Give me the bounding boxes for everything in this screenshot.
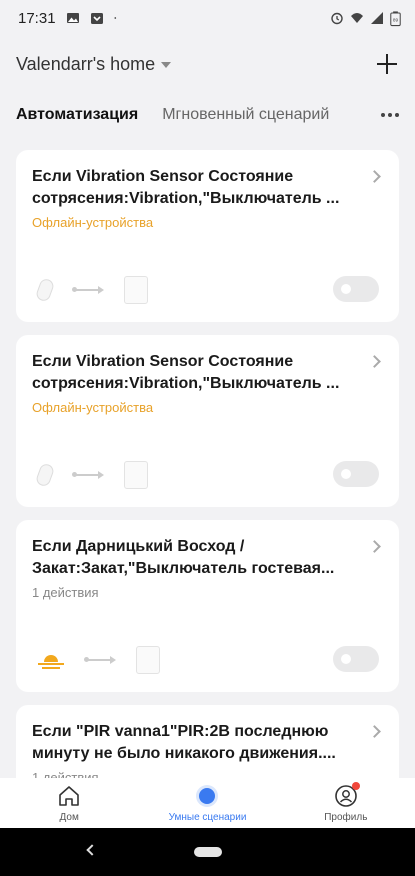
automation-flow bbox=[34, 276, 148, 304]
chevron-right-icon bbox=[368, 725, 381, 738]
automation-status: Офлайн-устройства bbox=[32, 215, 154, 230]
automation-card[interactable]: Если "PIR vanna1"PIR:2B последнюю минуту… bbox=[16, 705, 399, 778]
caret-down-icon bbox=[161, 62, 172, 68]
automation-toggle[interactable] bbox=[333, 646, 379, 672]
vibration-sensor-icon bbox=[34, 462, 56, 488]
system-nav-bar bbox=[0, 828, 415, 876]
app-header: Valendarr's home bbox=[0, 44, 415, 84]
automation-toggle[interactable] bbox=[333, 276, 379, 302]
tab-automation[interactable]: Автоматизация bbox=[16, 106, 138, 124]
bottom-nav: Дом Умные сценарии Профиль bbox=[0, 778, 415, 828]
arrow-right-icon bbox=[72, 471, 104, 479]
automation-flow bbox=[34, 461, 148, 489]
nav-home[interactable]: Дом bbox=[0, 778, 138, 828]
automation-title: Если "PIR vanna1"PIR:2B последнюю минуту… bbox=[32, 723, 336, 762]
switch-device-icon bbox=[124, 461, 148, 489]
alarm-icon bbox=[331, 12, 343, 25]
chevron-right-icon bbox=[368, 355, 381, 368]
battery-level: 89 bbox=[393, 17, 399, 22]
nav-smart-scenes-label: Умные сценарии bbox=[168, 811, 247, 823]
arrow-right-icon bbox=[72, 286, 104, 294]
automation-flow bbox=[38, 646, 160, 674]
notification-badge bbox=[351, 781, 360, 790]
nav-profile-label: Профиль bbox=[324, 811, 368, 823]
automation-title: Если Vibration Sensor Состояние сотрясен… bbox=[32, 168, 340, 207]
status-bar: 17:31 89 bbox=[0, 0, 415, 36]
profile-icon bbox=[334, 781, 360, 808]
automation-status: Офлайн-устройства bbox=[32, 400, 154, 415]
home-pill[interactable] bbox=[193, 847, 222, 857]
automation-card[interactable]: Если Дарницький Восход / Закат:Закат,"Вы… bbox=[16, 520, 399, 692]
signal-icon bbox=[371, 12, 383, 24]
more-icon[interactable] bbox=[381, 113, 399, 117]
chevron-right-icon bbox=[368, 170, 381, 183]
nav-home-label: Дом bbox=[59, 811, 79, 823]
plus-icon[interactable] bbox=[375, 52, 399, 76]
switch-device-icon bbox=[124, 276, 148, 304]
download-icon bbox=[90, 13, 103, 24]
arrow-right-icon bbox=[84, 656, 116, 664]
nav-profile[interactable]: Профиль bbox=[277, 778, 415, 828]
vibration-sensor-icon bbox=[34, 277, 56, 303]
home-selector[interactable]: Valendarr's home bbox=[16, 53, 172, 75]
switch-device-icon bbox=[136, 646, 160, 674]
dot-icon bbox=[113, 17, 116, 19]
automation-actions-count: 1 действия bbox=[32, 770, 99, 778]
automation-card[interactable]: Если Vibration Sensor Состояние сотрясен… bbox=[16, 150, 399, 322]
automation-title: Если Vibration Sensor Состояние сотрясен… bbox=[32, 353, 340, 392]
tab-instant-scene[interactable]: Мгновенный сценарий bbox=[162, 106, 329, 124]
scene-tabs: Автоматизация Мгновенный сценарий bbox=[0, 98, 415, 132]
back-icon[interactable] bbox=[86, 844, 98, 856]
image-icon bbox=[66, 13, 79, 23]
sunset-icon bbox=[38, 651, 64, 669]
home-icon bbox=[59, 785, 79, 806]
wifi-icon bbox=[351, 13, 363, 23]
smart-scene-icon bbox=[195, 784, 219, 808]
battery-icon: 89 bbox=[390, 10, 401, 26]
status-time: 17:31 bbox=[18, 9, 56, 27]
automation-card[interactable]: Если Vibration Sensor Состояние сотрясен… bbox=[16, 335, 399, 507]
automation-toggle[interactable] bbox=[333, 461, 379, 487]
automation-title: Если Дарницький Восход / Закат:Закат,"Вы… bbox=[32, 538, 335, 577]
automation-actions-count: 1 действия bbox=[32, 585, 99, 600]
chevron-right-icon bbox=[368, 540, 381, 553]
automation-list: Если Vibration Sensor Состояние сотрясен… bbox=[16, 150, 399, 778]
home-name: Valendarr's home bbox=[16, 53, 156, 74]
nav-smart-scenes[interactable]: Умные сценарии bbox=[138, 778, 276, 828]
